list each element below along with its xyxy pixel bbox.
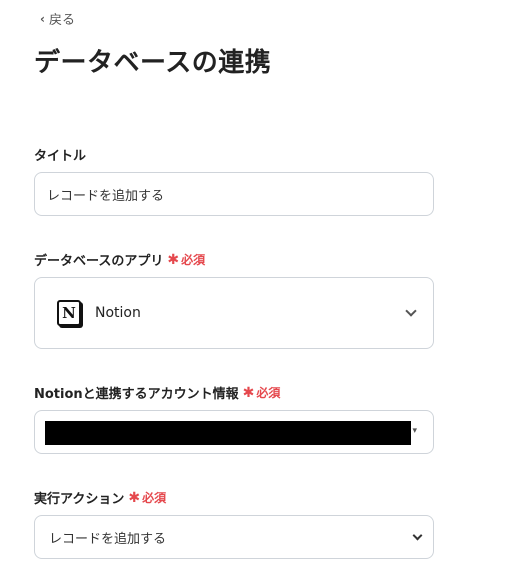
notion-logo-icon: N bbox=[57, 300, 81, 326]
asterisk-icon: ✱ bbox=[128, 489, 141, 506]
action-value: レコードを追加する bbox=[49, 531, 167, 547]
action-field-label: 実行アクション ✱ 必須 bbox=[34, 488, 166, 508]
database-app-label-text: データベースのアプリ bbox=[34, 254, 164, 269]
chevron-down-icon bbox=[412, 530, 423, 540]
chevron-down-icon bbox=[405, 305, 417, 317]
action-label-text: 実行アクション bbox=[34, 492, 125, 507]
required-badge: ✱ 必須 bbox=[167, 251, 205, 268]
account-select[interactable]: ▾ bbox=[34, 410, 434, 454]
title-input[interactable] bbox=[34, 172, 434, 216]
database-app-label: データベースのアプリ ✱ 必須 bbox=[34, 250, 205, 270]
select-arrows-icon: ▾ bbox=[412, 426, 417, 436]
account-field-label: Notionと連携するアカウント情報 ✱ 必須 bbox=[34, 383, 281, 403]
chevron-left-icon: ‹ bbox=[40, 11, 45, 26]
database-app-select[interactable]: N Notion bbox=[34, 277, 434, 349]
page-title: データベースの連携 bbox=[34, 48, 272, 78]
title-label-text: タイトル bbox=[34, 149, 87, 164]
title-field-label: タイトル bbox=[34, 145, 86, 164]
redacted-account-value bbox=[45, 421, 411, 445]
back-link[interactable]: ‹ 戻る bbox=[40, 9, 75, 29]
required-badge: ✱ 必須 bbox=[243, 384, 281, 401]
asterisk-icon: ✱ bbox=[167, 251, 180, 268]
required-text: 必須 bbox=[181, 253, 206, 267]
app-name: Notion bbox=[95, 305, 141, 321]
back-label: 戻る bbox=[48, 13, 75, 28]
action-select[interactable]: レコードを追加する bbox=[34, 515, 434, 559]
asterisk-icon: ✱ bbox=[242, 384, 255, 401]
account-label-text: Notionと連携するアカウント情報 bbox=[34, 387, 239, 402]
required-text: 必須 bbox=[142, 491, 167, 505]
required-badge: ✱ 必須 bbox=[128, 489, 166, 506]
required-text: 必須 bbox=[256, 386, 281, 400]
